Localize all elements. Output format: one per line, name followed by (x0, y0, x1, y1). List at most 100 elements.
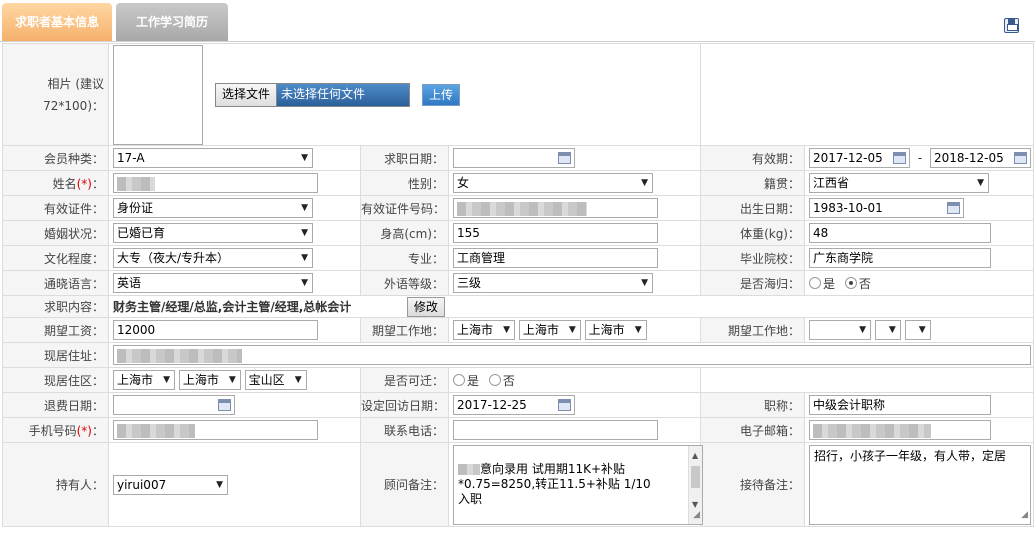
file-chooser[interactable]: 选择文件 未选择任何文件 (215, 82, 411, 107)
language-select[interactable]: 英语 ▼ (113, 273, 313, 293)
email-input[interactable] (809, 420, 991, 440)
job-title-label: 职称： (700, 392, 805, 418)
edit-job-content-button[interactable]: 修改 (406, 296, 445, 317)
no-file-text: 未选择任何文件 (277, 83, 410, 106)
name-input[interactable] (113, 173, 318, 193)
dropdown-arrow-icon: ▼ (503, 325, 510, 335)
salary-label: 期望工资： (2, 317, 109, 343)
holder-select[interactable]: yirui007 ▼ (113, 474, 228, 495)
major-label: 专业： (360, 245, 449, 271)
dropdown-arrow-icon: ▼ (301, 153, 308, 163)
native-place-select[interactable]: 江西省 ▼ (809, 173, 989, 193)
id-number-input[interactable] (453, 198, 658, 218)
gender-label: 性别： (360, 170, 449, 196)
area-label: 现居住区： (2, 367, 109, 393)
phone-label: 联系电话： (360, 417, 449, 443)
dropdown-arrow-icon: ▼ (228, 375, 236, 385)
photo-preview (113, 44, 203, 145)
relocate-yes-radio[interactable] (453, 374, 465, 386)
language-level-select[interactable]: 三级 ▼ (453, 273, 653, 293)
holder-label: 持有人： (2, 442, 109, 527)
relocate-no-label: 否 (502, 373, 515, 388)
salary-input[interactable]: 12000 (113, 320, 318, 340)
weight-label: 体重(kg)： (700, 220, 805, 246)
dropdown-arrow-icon: ▼ (859, 325, 866, 335)
valid-to-input[interactable]: 2018-12-05 (930, 148, 1031, 168)
revisit-date-input[interactable]: 2017-12-25 (453, 395, 575, 415)
marital-select[interactable]: 已婚已育 ▼ (113, 223, 313, 243)
tab-basic-info[interactable]: 求职者基本信息 (2, 3, 112, 41)
language-label: 通晓语言： (2, 270, 109, 296)
work-place-2-label: 期望工作地： (700, 317, 805, 343)
birth-date-input[interactable]: 1983-10-01 (809, 198, 964, 218)
phone-input[interactable] (453, 420, 658, 440)
advisor-note-textarea[interactable]: 意向录用 试用期11K+补贴 *0.75=8250,转正11.5+补贴 1/10… (453, 444, 703, 525)
upload-button[interactable]: 上传 (422, 83, 461, 106)
work-place-province-select[interactable]: 上海市 ▼ (453, 320, 515, 340)
calendar-icon (558, 399, 571, 411)
marital-label: 婚姻状况： (2, 220, 109, 246)
area-district-select[interactable]: 宝山区 ▼ (244, 370, 307, 390)
work-place-2-city-select[interactable]: ▼ (874, 320, 901, 340)
address-label: 现居住址： (2, 342, 109, 368)
advisor-note-label: 顾问备注： (360, 442, 449, 527)
calendar-icon (893, 152, 906, 164)
range-separator: - (917, 150, 923, 165)
address-input[interactable] (113, 345, 1031, 365)
photo-label: 相片 (建议72*100)： (2, 43, 109, 146)
member-type-select[interactable]: 17-A ▼ (113, 148, 313, 168)
school-input[interactable]: 广东商学院 (809, 248, 991, 268)
gender-select[interactable]: 女 ▼ (453, 173, 653, 193)
dropdown-arrow-icon: ▼ (641, 178, 648, 188)
job-date-input[interactable] (453, 148, 575, 168)
dropdown-arrow-icon: ▼ (301, 203, 308, 213)
valid-from-input[interactable]: 2017-12-05 (809, 148, 910, 168)
overseas-label: 是否海归： (700, 270, 805, 296)
resize-handle-icon[interactable]: ◢ (1021, 507, 1028, 523)
overseas-yes-label: 是 (823, 276, 836, 291)
choose-file-button[interactable]: 选择文件 (216, 83, 278, 106)
calendar-icon (947, 202, 960, 214)
overseas-yes-radio[interactable] (809, 277, 821, 289)
tab-resume[interactable]: 工作学习简历 (116, 3, 228, 41)
dropdown-arrow-icon: ▼ (301, 228, 308, 238)
major-input[interactable]: 工商管理 (453, 248, 658, 268)
valid-label: 有效期： (700, 145, 805, 171)
id-type-label: 有效证件： (2, 195, 109, 221)
weight-input[interactable]: 48 (809, 223, 991, 243)
area-city-select[interactable]: 上海市 ▼ (178, 370, 241, 390)
height-input[interactable]: 155 (453, 223, 658, 243)
dropdown-arrow-icon: ▼ (634, 325, 642, 335)
birth-date-label: 出生日期： (700, 195, 805, 221)
dropdown-arrow-icon: ▼ (301, 278, 308, 288)
id-type-select[interactable]: 身份证 ▼ (113, 198, 313, 218)
education-select[interactable]: 大专（夜大/专升本） ▼ (113, 248, 313, 268)
member-type-label: 会员种类： (2, 145, 109, 171)
area-row-empty (700, 367, 1034, 393)
overseas-no-radio[interactable] (844, 277, 857, 289)
calendar-icon (1014, 152, 1027, 164)
job-content-label: 求职内容： (2, 295, 109, 318)
dropdown-arrow-icon: ▼ (294, 375, 302, 385)
save-icon[interactable] (1004, 18, 1019, 33)
work-place-2-province-select[interactable]: ▼ (809, 320, 871, 340)
dropdown-arrow-icon: ▼ (641, 278, 648, 288)
height-label: 身高(cm)： (360, 220, 449, 246)
overseas-no-label: 否 (858, 276, 871, 291)
mobile-input[interactable] (113, 420, 318, 440)
reception-note-textarea[interactable]: 招行，小孩子一年级，有人带，定居 ◢ (809, 444, 1031, 525)
dropdown-arrow-icon: ▼ (568, 325, 576, 335)
work-place-label: 期望工作地： (360, 317, 449, 343)
revisit-date-label: 设定回访日期： (360, 392, 449, 418)
photo-row-empty (700, 43, 1034, 146)
email-label: 电子邮箱： (700, 417, 805, 443)
work-place-district-select[interactable]: 上海市 ▼ (584, 320, 647, 340)
resize-handle-icon[interactable]: ◢ (693, 508, 700, 523)
job-title-input[interactable]: 中级会计职称 (809, 395, 991, 415)
work-place-2-district-select[interactable]: ▼ (904, 320, 931, 340)
calendar-icon (218, 399, 231, 411)
relocate-no-radio[interactable] (488, 374, 501, 386)
area-province-select[interactable]: 上海市 ▼ (113, 370, 175, 390)
work-place-city-select[interactable]: 上海市 ▼ (518, 320, 581, 340)
refund-date-input[interactable] (113, 395, 235, 415)
